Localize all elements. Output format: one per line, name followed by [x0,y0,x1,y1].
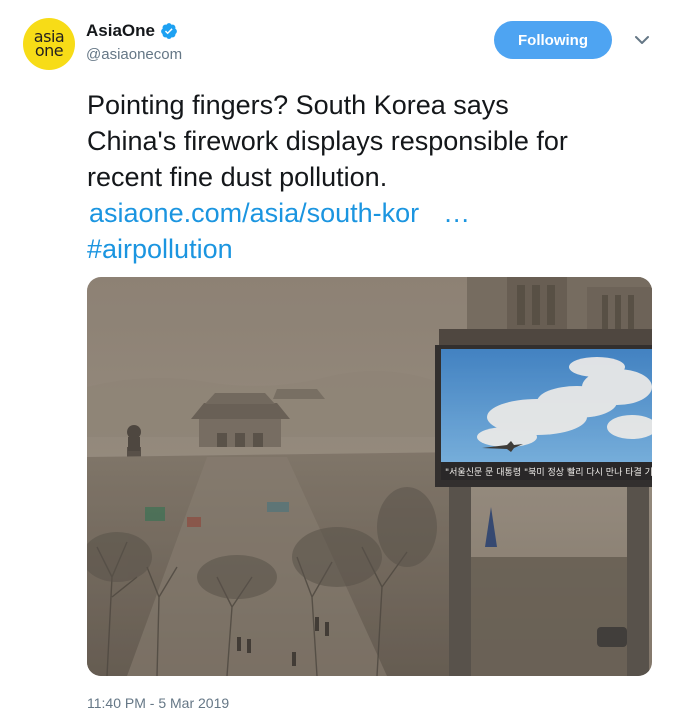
tweet-text-line: recent fine dust pollution. [87,162,388,192]
avatar-text-line2: one [34,41,64,60]
tweet-link-line: asiaone.com/asia/south-kor … [87,195,667,231]
hashtag-link[interactable]: #airpollution [87,231,667,267]
link-ellipsis[interactable]: … [443,198,470,228]
tweet-text-line: Pointing fingers? South Korea says [87,90,509,120]
article-link[interactable]: asiaone.com/asia/south-kor [89,198,419,228]
author-handle[interactable]: @asiaonecom [86,46,182,63]
chevron-down-icon[interactable] [632,33,652,47]
avatar[interactable]: asia one [23,18,75,70]
author-name-text: AsiaOne [86,21,155,40]
tweet-timestamp[interactable]: 11:40 PM - 5 Mar 2019 [87,695,229,711]
tweet-photo[interactable]: "서울신문 문 대통령 "북미 정상 빨리 다시 만나 타결 기대 [87,277,652,676]
following-button[interactable]: Following [494,21,612,59]
tweet-text: Pointing fingers? South Korea says China… [87,87,667,267]
tweet-text-line: China's firework displays responsible fo… [87,126,568,156]
author-name[interactable]: AsiaOne [86,21,178,41]
tweet-card: asia one AsiaOne @asiaonecom Following P… [0,0,681,724]
verified-badge-icon [160,22,178,40]
